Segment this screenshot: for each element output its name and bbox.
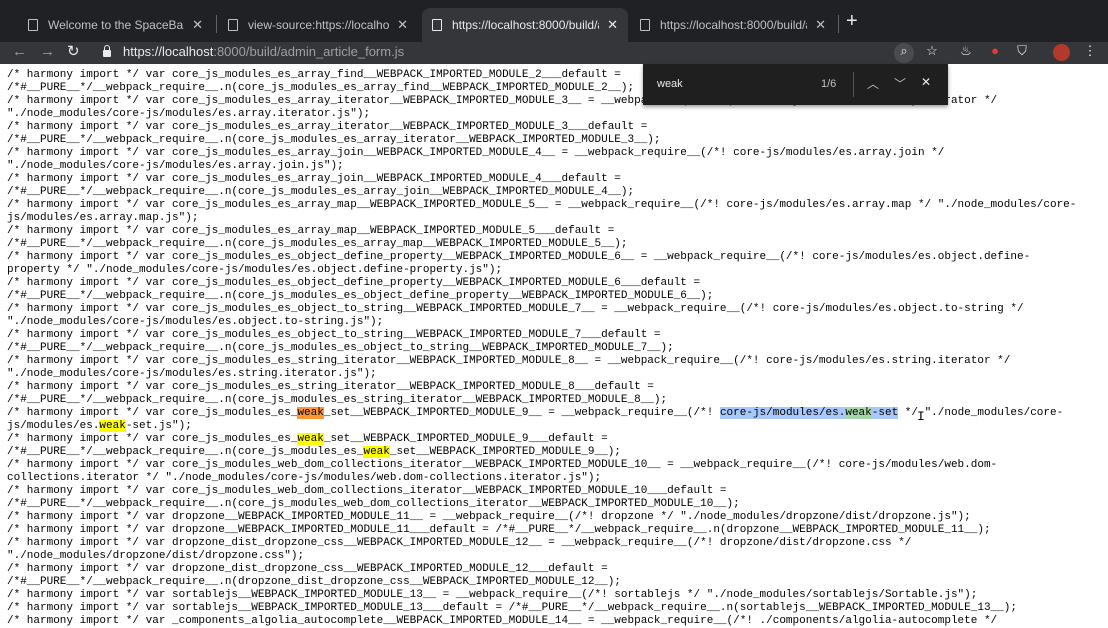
- code-line: "./node_modules/core-js/modules/es.array…: [7, 160, 344, 172]
- menu-icon[interactable]: ⋮: [1080, 43, 1100, 59]
- previous-match-icon[interactable]: ︿: [867, 75, 879, 92]
- search-match-highlight: weak: [363, 446, 390, 458]
- code-line: js/modules/es.weak-set.js");: [7, 420, 1076, 433]
- code-line: /*#__PURE__*/__webpack_require__.n(core_…: [7, 290, 714, 302]
- find-divider: [853, 72, 854, 97]
- code-line: /* harmony import */ var core_js_modules…: [7, 355, 1011, 367]
- code-line: /* harmony import */ var dropzone__WEBPA…: [7, 511, 971, 523]
- code-line: /* harmony import */ var core_js_modules…: [7, 329, 661, 341]
- profile-avatar[interactable]: [1053, 44, 1070, 61]
- search-match-highlight: weak: [845, 407, 872, 419]
- code-line: /* harmony import */ var sortablejs__WEB…: [7, 589, 978, 601]
- forward-button[interactable]: →: [40, 42, 55, 62]
- address-bar[interactable]: https://localhost:8000/build/admin_artic…: [103, 44, 404, 59]
- code-line: /* harmony import */ var core_js_modules…: [7, 121, 648, 133]
- tab-view-source[interactable]: view-source:https://localhost:8000/build…: [218, 8, 418, 42]
- code-line: /* harmony import */ var core_js_modules…: [7, 147, 945, 159]
- tab-welcome[interactable]: Welcome to the SpaceBar ✕: [18, 8, 213, 42]
- tab-title: https://localhost:8000/build/admin_artic…: [452, 18, 599, 32]
- close-tab-icon[interactable]: ✕: [192, 17, 203, 33]
- code-line: /* harmony import */ var core_js_modules…: [7, 303, 1024, 315]
- close-find-icon[interactable]: ✕: [921, 75, 931, 89]
- code-line: /* harmony import */ var sortablejs__WEB…: [7, 602, 1017, 614]
- tab-title: Welcome to the SpaceBar: [48, 18, 185, 32]
- extension-flame-icon[interactable]: ♨: [956, 43, 976, 59]
- code-line: /*#__PURE__*/__webpack_require__.n(core_…: [7, 446, 1076, 459]
- tab-divider: [216, 15, 217, 33]
- tab-admin-article-form[interactable]: https://localhost:8000/build/admin_artic…: [422, 8, 628, 42]
- extension-record-icon[interactable]: ●: [985, 43, 1005, 58]
- close-tab-icon[interactable]: ✕: [607, 17, 618, 33]
- code-line: "./node_modules/core-js/modules/es.array…: [7, 108, 371, 120]
- code-text: /* harmony import */ var core_js_modules…: [7, 433, 298, 445]
- code-line: /*#__PURE__*/__webpack_require__.n(core_…: [7, 498, 740, 510]
- code-line: /* harmony import */ var core_js_modules…: [7, 251, 1031, 263]
- code-line: /* harmony import */ var core_js_modules…: [7, 199, 1077, 211]
- lock-icon: [103, 45, 111, 57]
- code-line: /*#__PURE__*/__webpack_require__.n(core_…: [7, 186, 635, 198]
- tab-strip: Welcome to the SpaceBar ✕ view-source:ht…: [0, 0, 1108, 42]
- new-tab-button[interactable]: +: [846, 10, 858, 33]
- code-line: /*#__PURE__*/__webpack_require__.n(core_…: [7, 342, 674, 354]
- close-tab-icon[interactable]: ✕: [397, 17, 408, 33]
- code-line: "./node_modules/core-js/modules/es.strin…: [7, 368, 377, 380]
- page-icon: [28, 19, 38, 31]
- code-line: /* harmony import */ var dropzone_dist_d…: [7, 563, 608, 575]
- code-line: /* harmony import */ var core_js_modules…: [7, 173, 621, 185]
- source-code: /* harmony import */ var core_js_modules…: [7, 69, 1076, 628]
- code-line: collections.iterator */ "./node_modules/…: [7, 472, 602, 484]
- bookmark-star-icon[interactable]: ☆: [922, 43, 942, 59]
- tab-title: https://localhost:8000/build/app.js: [660, 18, 807, 32]
- text-cursor-icon: I: [917, 409, 925, 424]
- code-line: "./node_modules/core-js/modules/es.objec…: [7, 316, 384, 328]
- code-line: /* harmony import */ var core_js_modules…: [7, 407, 1076, 420]
- code-text: -set.js");: [125, 420, 192, 432]
- code-line: /* harmony import */ var core_js_modules…: [7, 433, 1076, 446]
- code-line: /*#__PURE__*/__webpack_require__.n(core_…: [7, 134, 661, 146]
- search-match-highlight: core-js/modules/es.: [719, 407, 846, 419]
- back-button[interactable]: ←: [12, 42, 27, 62]
- find-input[interactable]: weak: [657, 78, 683, 90]
- code-line: /* harmony import */ var core_js_modules…: [7, 485, 727, 497]
- code-line: /* harmony import */ var core_js_modules…: [7, 277, 701, 289]
- tab-app-js[interactable]: https://localhost:8000/build/app.js ✕: [630, 8, 836, 42]
- code-line: /* harmony import */ var core_js_modules…: [7, 225, 615, 237]
- code-line: /*#__PURE__*/__webpack_require__.n(core_…: [7, 394, 668, 406]
- url-path: :8000/build/admin_article_form.js: [213, 44, 405, 59]
- code-line: /* harmony import */ var dropzone_dist_d…: [7, 537, 912, 549]
- find-bar: weak 1/6 ︿ ﹀ ✕: [643, 64, 948, 105]
- search-match-highlight: weak: [99, 420, 126, 432]
- code-line: /* harmony import */ var dropzone__WEBPA…: [7, 524, 991, 536]
- code-line: /*#__PURE__*/__webpack_require__.n(core_…: [7, 238, 628, 250]
- tab-divider: [838, 15, 839, 33]
- code-line: js/modules/es.array.map.js");: [7, 212, 199, 224]
- browser-toolbar: ← → ↻ https://localhost:8000/build/admin…: [0, 42, 1108, 64]
- extension-shield-icon[interactable]: ⛉: [1012, 43, 1032, 59]
- reload-button[interactable]: ↻: [67, 42, 80, 62]
- code-line: "./node_modules/dropzone/dist/dropzone.c…: [7, 550, 305, 562]
- find-icon[interactable]: ⌕: [894, 43, 914, 63]
- code-text: _set__WEBPACK_IMPORTED_MODULE_9___defaul…: [323, 433, 608, 445]
- page-icon: [432, 19, 442, 31]
- code-line: property */ "./node_modules/core-js/modu…: [7, 264, 503, 276]
- code-line: /* harmony import */ var core_js_modules…: [7, 381, 654, 393]
- page-icon: [228, 19, 238, 31]
- code-line: /* harmony import */ var _components_alg…: [7, 615, 998, 627]
- next-match-icon[interactable]: ﹀: [894, 75, 906, 92]
- match-count: 1/6: [821, 78, 837, 90]
- code-text: /*#__PURE__*/__webpack_require__.n(core_…: [7, 446, 364, 458]
- url-host: https://localhost: [123, 44, 214, 59]
- search-match-highlight: -set: [871, 407, 899, 419]
- search-match-highlight: weak: [297, 433, 324, 445]
- code-text: _set__WEBPACK_IMPORTED_MODULE_9__);: [389, 446, 621, 458]
- code-line: /* harmony import */ var core_js_modules…: [7, 459, 998, 471]
- code-text: /* harmony import */ var core_js_modules…: [7, 407, 298, 419]
- code-text: _set__WEBPACK_IMPORTED_MODULE_9__ = __we…: [323, 407, 720, 419]
- search-match-highlight: weak: [297, 407, 324, 419]
- page-icon: [640, 19, 650, 31]
- code-text: js/modules/es.: [7, 420, 100, 432]
- tab-title: view-source:https://localhost:8000/build…: [248, 18, 390, 32]
- close-tab-icon[interactable]: ✕: [815, 17, 826, 33]
- code-line: /*#__PURE__*/__webpack_require__.n(dropz…: [7, 576, 621, 588]
